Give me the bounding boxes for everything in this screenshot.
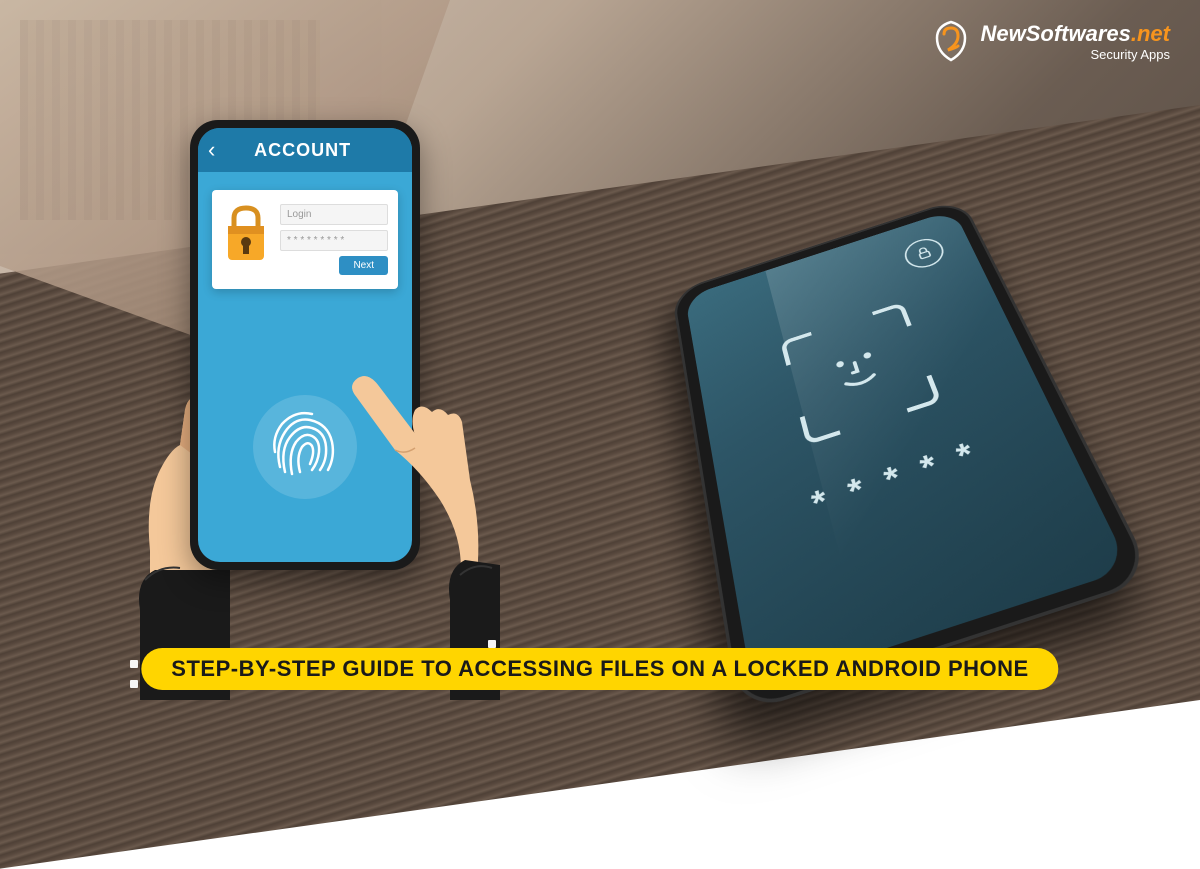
lock-icon <box>900 234 948 272</box>
padlock-icon <box>222 204 270 264</box>
next-button[interactable]: Next <box>339 256 388 275</box>
login-form: Login * * * * * * * * * Next <box>280 204 388 275</box>
logo-tagline: Security Apps <box>980 47 1170 62</box>
screen-title: ACCOUNT <box>203 140 402 161</box>
login-card: Login * * * * * * * * * Next <box>212 190 398 289</box>
login-input[interactable]: Login <box>280 204 388 225</box>
logo-icon <box>930 20 972 62</box>
password-input[interactable]: * * * * * * * * * <box>280 230 388 251</box>
logo-text: NewSoftwares.net <box>980 21 1170 47</box>
app-header: ‹ ACCOUNT <box>198 128 412 172</box>
password-dots: ***** <box>808 435 980 524</box>
face-id-icon <box>780 302 941 445</box>
brand-logo: NewSoftwares.net Security Apps <box>930 20 1170 62</box>
phone-in-hands-illustration: ‹ ACCOUNT Login * * * * * * * * * <box>140 80 540 700</box>
headline-banner: STEP-BY-STEP GUIDE TO ACCESSING FILES ON… <box>141 648 1058 690</box>
pointing-hand <box>320 300 520 700</box>
